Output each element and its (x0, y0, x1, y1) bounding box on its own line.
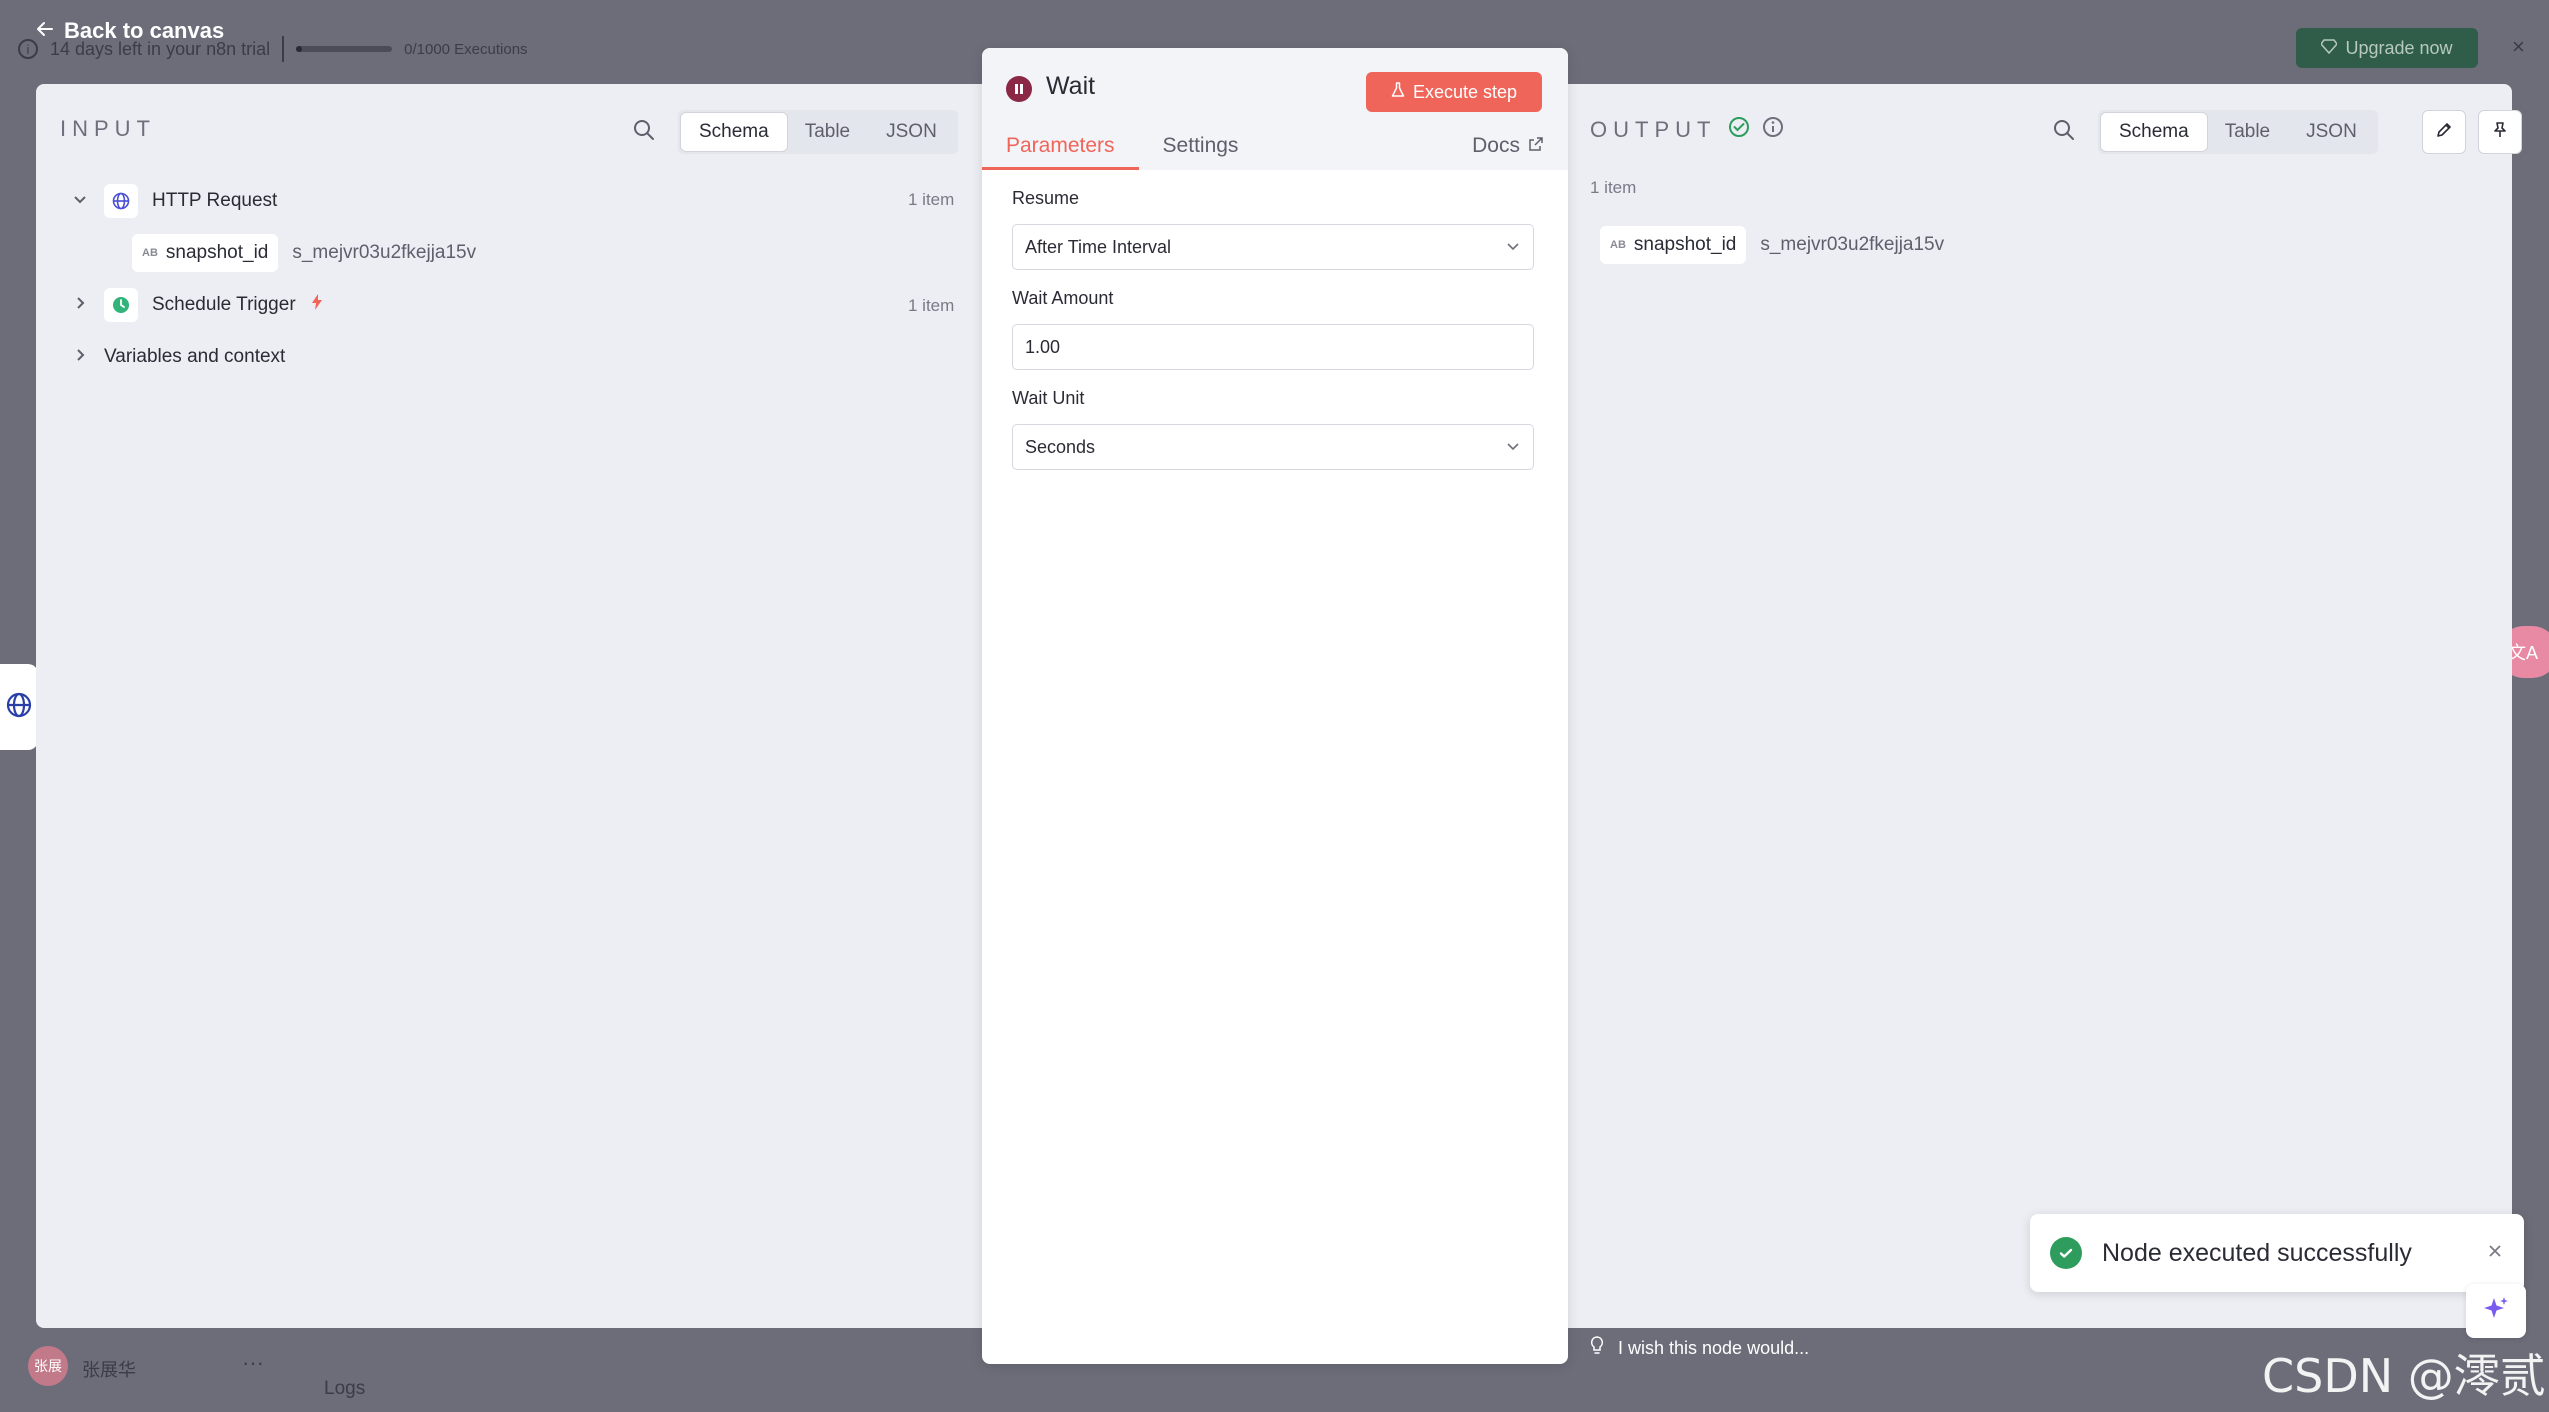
external-link-icon (1528, 134, 1544, 158)
tree-node-label: Schedule Trigger (152, 294, 296, 315)
schema-field-row: AB snapshot_id s_mejvr03u2fkejja15v (1600, 226, 1944, 264)
ai-assistant-button[interactable] (2466, 1284, 2526, 1338)
field-name: snapshot_id (165, 242, 269, 263)
executions-text: 0/1000 Executions (404, 40, 528, 58)
lightbulb-icon (1590, 1336, 1604, 1361)
output-panel: OUTPUT Schema Table JSON 1 item AB snaps… (1566, 84, 2522, 1328)
feedback-link[interactable]: I wish this node would... (1590, 1336, 1809, 1361)
chevron-right-icon[interactable] (70, 347, 90, 368)
output-tab-table[interactable]: Table (2207, 113, 2288, 151)
output-tab-json[interactable]: JSON (2288, 113, 2375, 151)
wait-unit-value: Seconds (1025, 436, 1096, 457)
docs-label: Docs (1472, 134, 1520, 157)
arrow-left-icon (36, 18, 54, 44)
string-type-icon: AB (142, 247, 158, 259)
wait-unit-label: Wait Unit (1012, 388, 1085, 408)
field-name: snapshot_id (1633, 234, 1737, 255)
tab-parameters[interactable]: Parameters (982, 134, 1139, 170)
field-value: s_mejvr03u2fkejja15v (292, 242, 477, 263)
field-value: s_mejvr03u2fkejja15v (1760, 234, 1945, 255)
tree-node-variables[interactable]: Variables and context (70, 346, 285, 368)
search-icon[interactable] (2052, 118, 2076, 147)
wait-unit-select[interactable]: Seconds (1012, 424, 1534, 470)
item-count: 1 item (908, 296, 955, 315)
dialog-header: Wait Execute step Parameters Settings Do… (982, 48, 1568, 170)
input-tab-table[interactable]: Table (787, 113, 868, 151)
feedback-text: I wish this node would... (1618, 1338, 1810, 1358)
execute-step-label: Execute step (1412, 81, 1518, 102)
docs-link[interactable]: Docs (1448, 134, 1568, 170)
sparkle-icon (2481, 1294, 2511, 1329)
node-title[interactable]: Wait (1046, 72, 1095, 101)
flask-icon (1391, 81, 1405, 103)
output-item-count: 1 item (1590, 178, 1637, 197)
success-toast: Node executed successfully (2030, 1214, 2524, 1292)
executions-progress (296, 46, 393, 52)
wait-node-dialog: Wait Execute step Parameters Settings Do… (982, 48, 1568, 1364)
execute-step-button[interactable]: Execute step (1366, 72, 1542, 112)
back-to-canvas-label: Back to canvas (64, 18, 225, 43)
pin-output-button[interactable] (2478, 110, 2522, 154)
divider (282, 36, 285, 62)
info-icon: i (18, 39, 38, 59)
close-icon[interactable]: × (2512, 34, 2525, 60)
globe-icon (5, 691, 33, 724)
back-to-canvas-link[interactable]: Back to canvas (36, 18, 224, 44)
chevron-down-icon (1505, 438, 1521, 457)
pin-icon (2490, 120, 2510, 145)
wait-amount-label: Wait Amount (1012, 288, 1114, 308)
gem-icon (2320, 38, 2339, 59)
close-icon[interactable] (2486, 1240, 2504, 1266)
input-tab-json[interactable]: JSON (868, 113, 955, 151)
resume-value: After Time Interval (1025, 236, 1172, 257)
chevron-right-icon[interactable] (70, 295, 90, 316)
field-pill[interactable]: AB snapshot_id (1600, 226, 1747, 264)
watermark: CSDN @澪贰 (2262, 1349, 2546, 1403)
check-icon (2050, 1237, 2082, 1269)
avatar[interactable]: 张展 (28, 1346, 68, 1386)
upgrade-button[interactable]: Upgrade now (2296, 28, 2478, 68)
resume-label: Resume (1012, 188, 1080, 208)
chevron-down-icon (1505, 238, 1521, 257)
pencil-icon (2434, 120, 2454, 145)
dialog-tabs: Parameters Settings Docs (982, 130, 1568, 170)
lightning-icon (310, 293, 324, 317)
chevron-down-icon[interactable] (70, 191, 90, 212)
item-count: 1 item (908, 190, 955, 209)
schema-field-row: AB snapshot_id s_mejvr03u2fkejja15v (132, 234, 476, 272)
output-tab-schema[interactable]: Schema (2101, 113, 2207, 151)
output-header: OUTPUT (1590, 116, 1784, 143)
edit-output-button[interactable] (2422, 110, 2466, 154)
check-circle-icon (1728, 116, 1750, 143)
user-name: 张展华 (82, 1360, 136, 1380)
wait-amount-field[interactable]: 1.00 (1012, 324, 1534, 370)
field-pill[interactable]: AB snapshot_id (132, 234, 279, 272)
tree-node-label: HTTP Request (152, 190, 278, 211)
pause-icon (1006, 76, 1032, 102)
output-title: OUTPUT (1590, 116, 1717, 142)
input-panel: INPUT Schema Table JSON HTTP Request 1 i… (36, 84, 984, 1328)
upgrade-label: Upgrade now (2345, 37, 2453, 58)
globe-icon (104, 184, 138, 218)
input-title: INPUT (60, 116, 156, 141)
tree-node-http-request[interactable]: HTTP Request (70, 184, 277, 218)
input-tab-schema[interactable]: Schema (681, 113, 787, 151)
clock-icon (104, 288, 138, 322)
wait-amount-value: 1.00 (1025, 336, 1061, 357)
side-globe-tab[interactable] (0, 664, 38, 750)
toast-message: Node executed successfully (2102, 1238, 2412, 1267)
tree-node-schedule-trigger[interactable]: Schedule Trigger (70, 288, 324, 322)
tab-settings[interactable]: Settings (1139, 134, 1263, 170)
info-icon[interactable] (1762, 116, 1784, 143)
more-icon[interactable]: ··· (242, 1350, 264, 1376)
search-icon[interactable] (632, 118, 656, 147)
translate-icon: 文A (2508, 643, 2539, 663)
logs-label[interactable]: Logs (324, 1378, 365, 1400)
string-type-icon: AB (1610, 239, 1626, 251)
tree-node-label: Variables and context (104, 346, 286, 367)
input-view-toggle: Schema Table JSON (678, 110, 958, 154)
output-view-toggle: Schema Table JSON (2098, 110, 2378, 154)
resume-select[interactable]: After Time Interval (1012, 224, 1534, 270)
